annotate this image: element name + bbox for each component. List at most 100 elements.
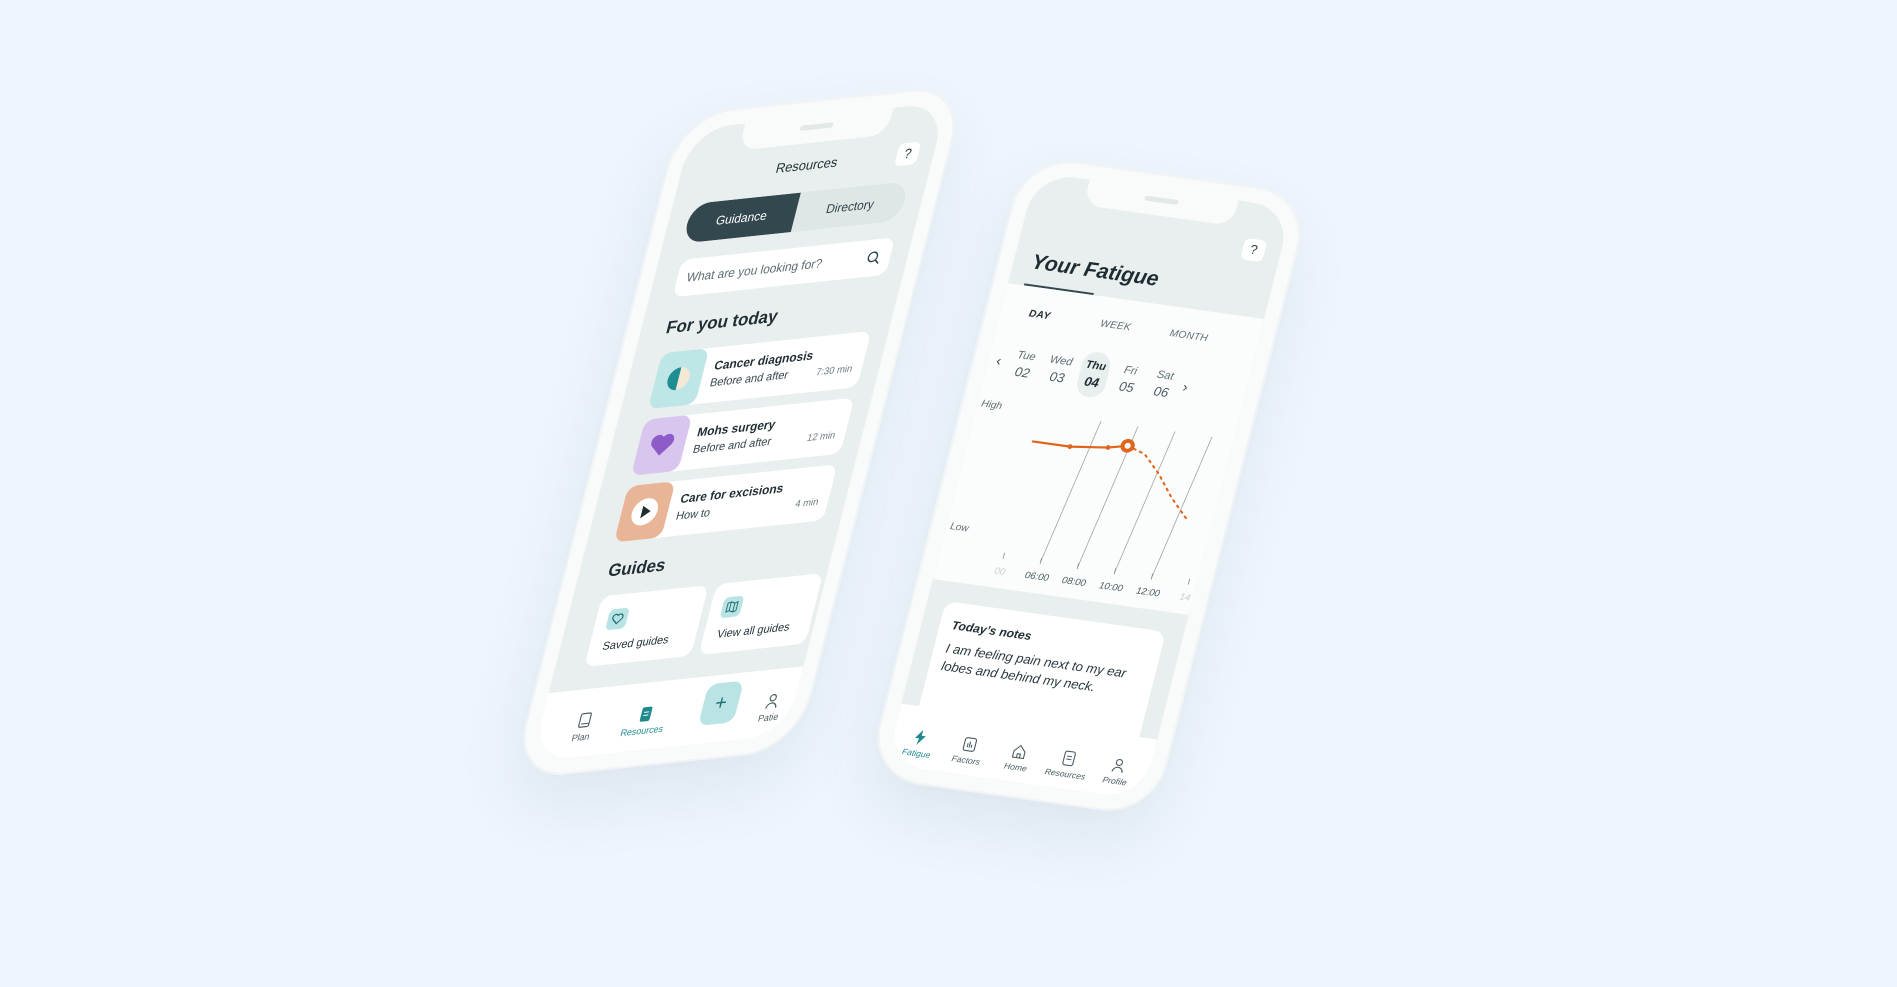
nav-plan[interactable]: Plan: [555, 710, 612, 745]
nav-resources[interactable]: Resources: [616, 703, 673, 738]
day-wed[interactable]: Wed 03: [1041, 353, 1076, 386]
nav-label: Fatigue: [901, 746, 932, 760]
nav-fatigue[interactable]: Fatigue: [892, 727, 945, 762]
bolt-icon: [915, 729, 926, 746]
person-icon: [1111, 758, 1124, 773]
day-number: 03: [1048, 368, 1067, 386]
view-all-guides-button[interactable]: View all guides: [698, 572, 824, 655]
document-icon: [1062, 750, 1076, 767]
heart-icon: [651, 433, 675, 456]
half-circle-icon: [667, 367, 690, 391]
map-icon: [719, 595, 745, 619]
resources-screen: Resources ? Guidance Directory What are …: [531, 102, 947, 762]
day-fri[interactable]: Fri 05: [1111, 363, 1146, 396]
fatigue-phone: ? Your Fatigue DAY WEEK MONTH ‹ Tue 02 W…: [866, 154, 1312, 818]
for-you-heading: For you today: [664, 306, 781, 338]
nav-label: Resources: [619, 723, 665, 739]
fatigue-chart-panel: DAY WEEK MONTH ‹ Tue 02 Wed 03 Thu 04 Fr…: [932, 283, 1264, 615]
guide-label: Saved guides: [601, 633, 671, 654]
bar-chart-icon: [962, 737, 978, 752]
card-title: Cancer diagnosis: [712, 348, 816, 374]
fatigue-line: [1031, 440, 1129, 449]
bottom-nav: Plan Resources + Patie: [531, 666, 804, 762]
day-number: 04: [1082, 373, 1101, 391]
person-icon: [765, 693, 777, 709]
card-title: Care for excisions: [678, 480, 786, 507]
x-tick-label: 06:00: [1024, 570, 1051, 584]
card-thumbnail: [630, 414, 693, 476]
card-thumbnail: [647, 348, 710, 410]
day-sat[interactable]: Sat 06: [1145, 368, 1180, 401]
saved-guides-button[interactable]: Saved guides: [584, 585, 709, 668]
card-duration: 12 min: [805, 429, 837, 445]
fatigue-line-chart: High Low 00 06:00 08:00 10:00 12:00 14: [949, 399, 1213, 604]
nav-home[interactable]: Home: [991, 740, 1044, 775]
tab-month[interactable]: MONTH: [1169, 328, 1210, 344]
x-tick-label: 08:00: [1061, 575, 1088, 589]
resources-tab-switch: Guidance Directory: [682, 181, 910, 244]
resource-card[interactable]: Mohs surgery Before and after 12 min: [630, 397, 855, 476]
home-icon: [1011, 744, 1026, 760]
day-name: Fri: [1122, 364, 1139, 378]
day-name: Wed: [1048, 353, 1074, 369]
phone-notch: [738, 107, 894, 151]
book-icon: [578, 712, 592, 728]
guide-label: View all guides: [715, 620, 792, 642]
day-name: Sat: [1155, 368, 1175, 383]
x-tick-label: 10:00: [1098, 580, 1125, 594]
y-tick-label: Low: [949, 521, 971, 534]
card-thumbnail: [613, 481, 676, 543]
x-tick-label: 12:00: [1135, 586, 1162, 600]
card-duration: 7:30 min: [814, 363, 854, 379]
nav-label: Profile: [1101, 774, 1128, 788]
nav-label: Resources: [1043, 766, 1087, 782]
data-point: [1067, 444, 1073, 449]
play-icon[interactable]: [627, 496, 662, 528]
tab-guidance[interactable]: Guidance: [682, 192, 801, 244]
grid-line: [1040, 421, 1102, 562]
page-title: Your Fatigue: [1029, 250, 1162, 291]
data-point: [1105, 445, 1111, 450]
card-subtitle: How to: [674, 506, 712, 523]
search-icon: [867, 251, 879, 264]
day-tue[interactable]: Tue 02: [1007, 348, 1042, 381]
day-thu[interactable]: Thu 04: [1074, 350, 1114, 400]
add-button[interactable]: +: [697, 680, 745, 726]
card-duration: 4 min: [793, 496, 820, 511]
fatigue-screen: ? Your Fatigue DAY WEEK MONTH ‹ Tue 02 W…: [885, 172, 1293, 800]
x-tick-label: 14: [1178, 592, 1191, 604]
nav-patient[interactable]: Patie: [742, 690, 799, 725]
day-number: 06: [1152, 383, 1171, 401]
day-name: Tue: [1015, 349, 1037, 364]
chevron-left-icon[interactable]: ‹: [995, 352, 1004, 368]
nav-profile[interactable]: Profile: [1091, 754, 1144, 789]
x-tick-mark: [1187, 578, 1191, 585]
heart-outline-icon: [604, 607, 630, 631]
nav-label: Patie: [756, 711, 780, 724]
nav-label: Home: [1003, 760, 1029, 774]
nav-label: Factors: [950, 753, 982, 767]
nav-label: Plan: [570, 731, 591, 744]
nav-resources[interactable]: Resources: [1041, 747, 1094, 782]
grid-line: [1151, 436, 1213, 578]
day-name: Thu: [1084, 358, 1108, 374]
resource-card[interactable]: Care for excisions How to 4 min: [613, 464, 838, 543]
help-button[interactable]: ?: [893, 141, 922, 167]
guides-heading: Guides: [606, 554, 668, 581]
search-input[interactable]: What are you looking for?: [672, 237, 896, 298]
tab-week[interactable]: WEEK: [1099, 318, 1132, 333]
tab-day[interactable]: DAY: [1028, 308, 1052, 322]
resource-card[interactable]: Cancer diagnosis Before and after 7:30 m…: [647, 330, 872, 410]
tab-directory[interactable]: Directory: [791, 181, 910, 232]
nav-factors[interactable]: Factors: [942, 734, 995, 769]
chevron-right-icon[interactable]: ›: [1181, 379, 1190, 395]
document-icon: [639, 706, 653, 722]
day-number: 05: [1117, 378, 1136, 396]
day-number: 02: [1013, 364, 1032, 381]
notes-title: Today’s notes: [950, 618, 1034, 643]
x-tick-mark: [1002, 552, 1005, 559]
help-button[interactable]: ?: [1240, 237, 1268, 263]
x-tick-label: 00: [993, 566, 1007, 578]
notes-body: I am feeling pain next to my ear lobes a…: [939, 640, 1128, 695]
phone-notch: [1083, 179, 1239, 226]
